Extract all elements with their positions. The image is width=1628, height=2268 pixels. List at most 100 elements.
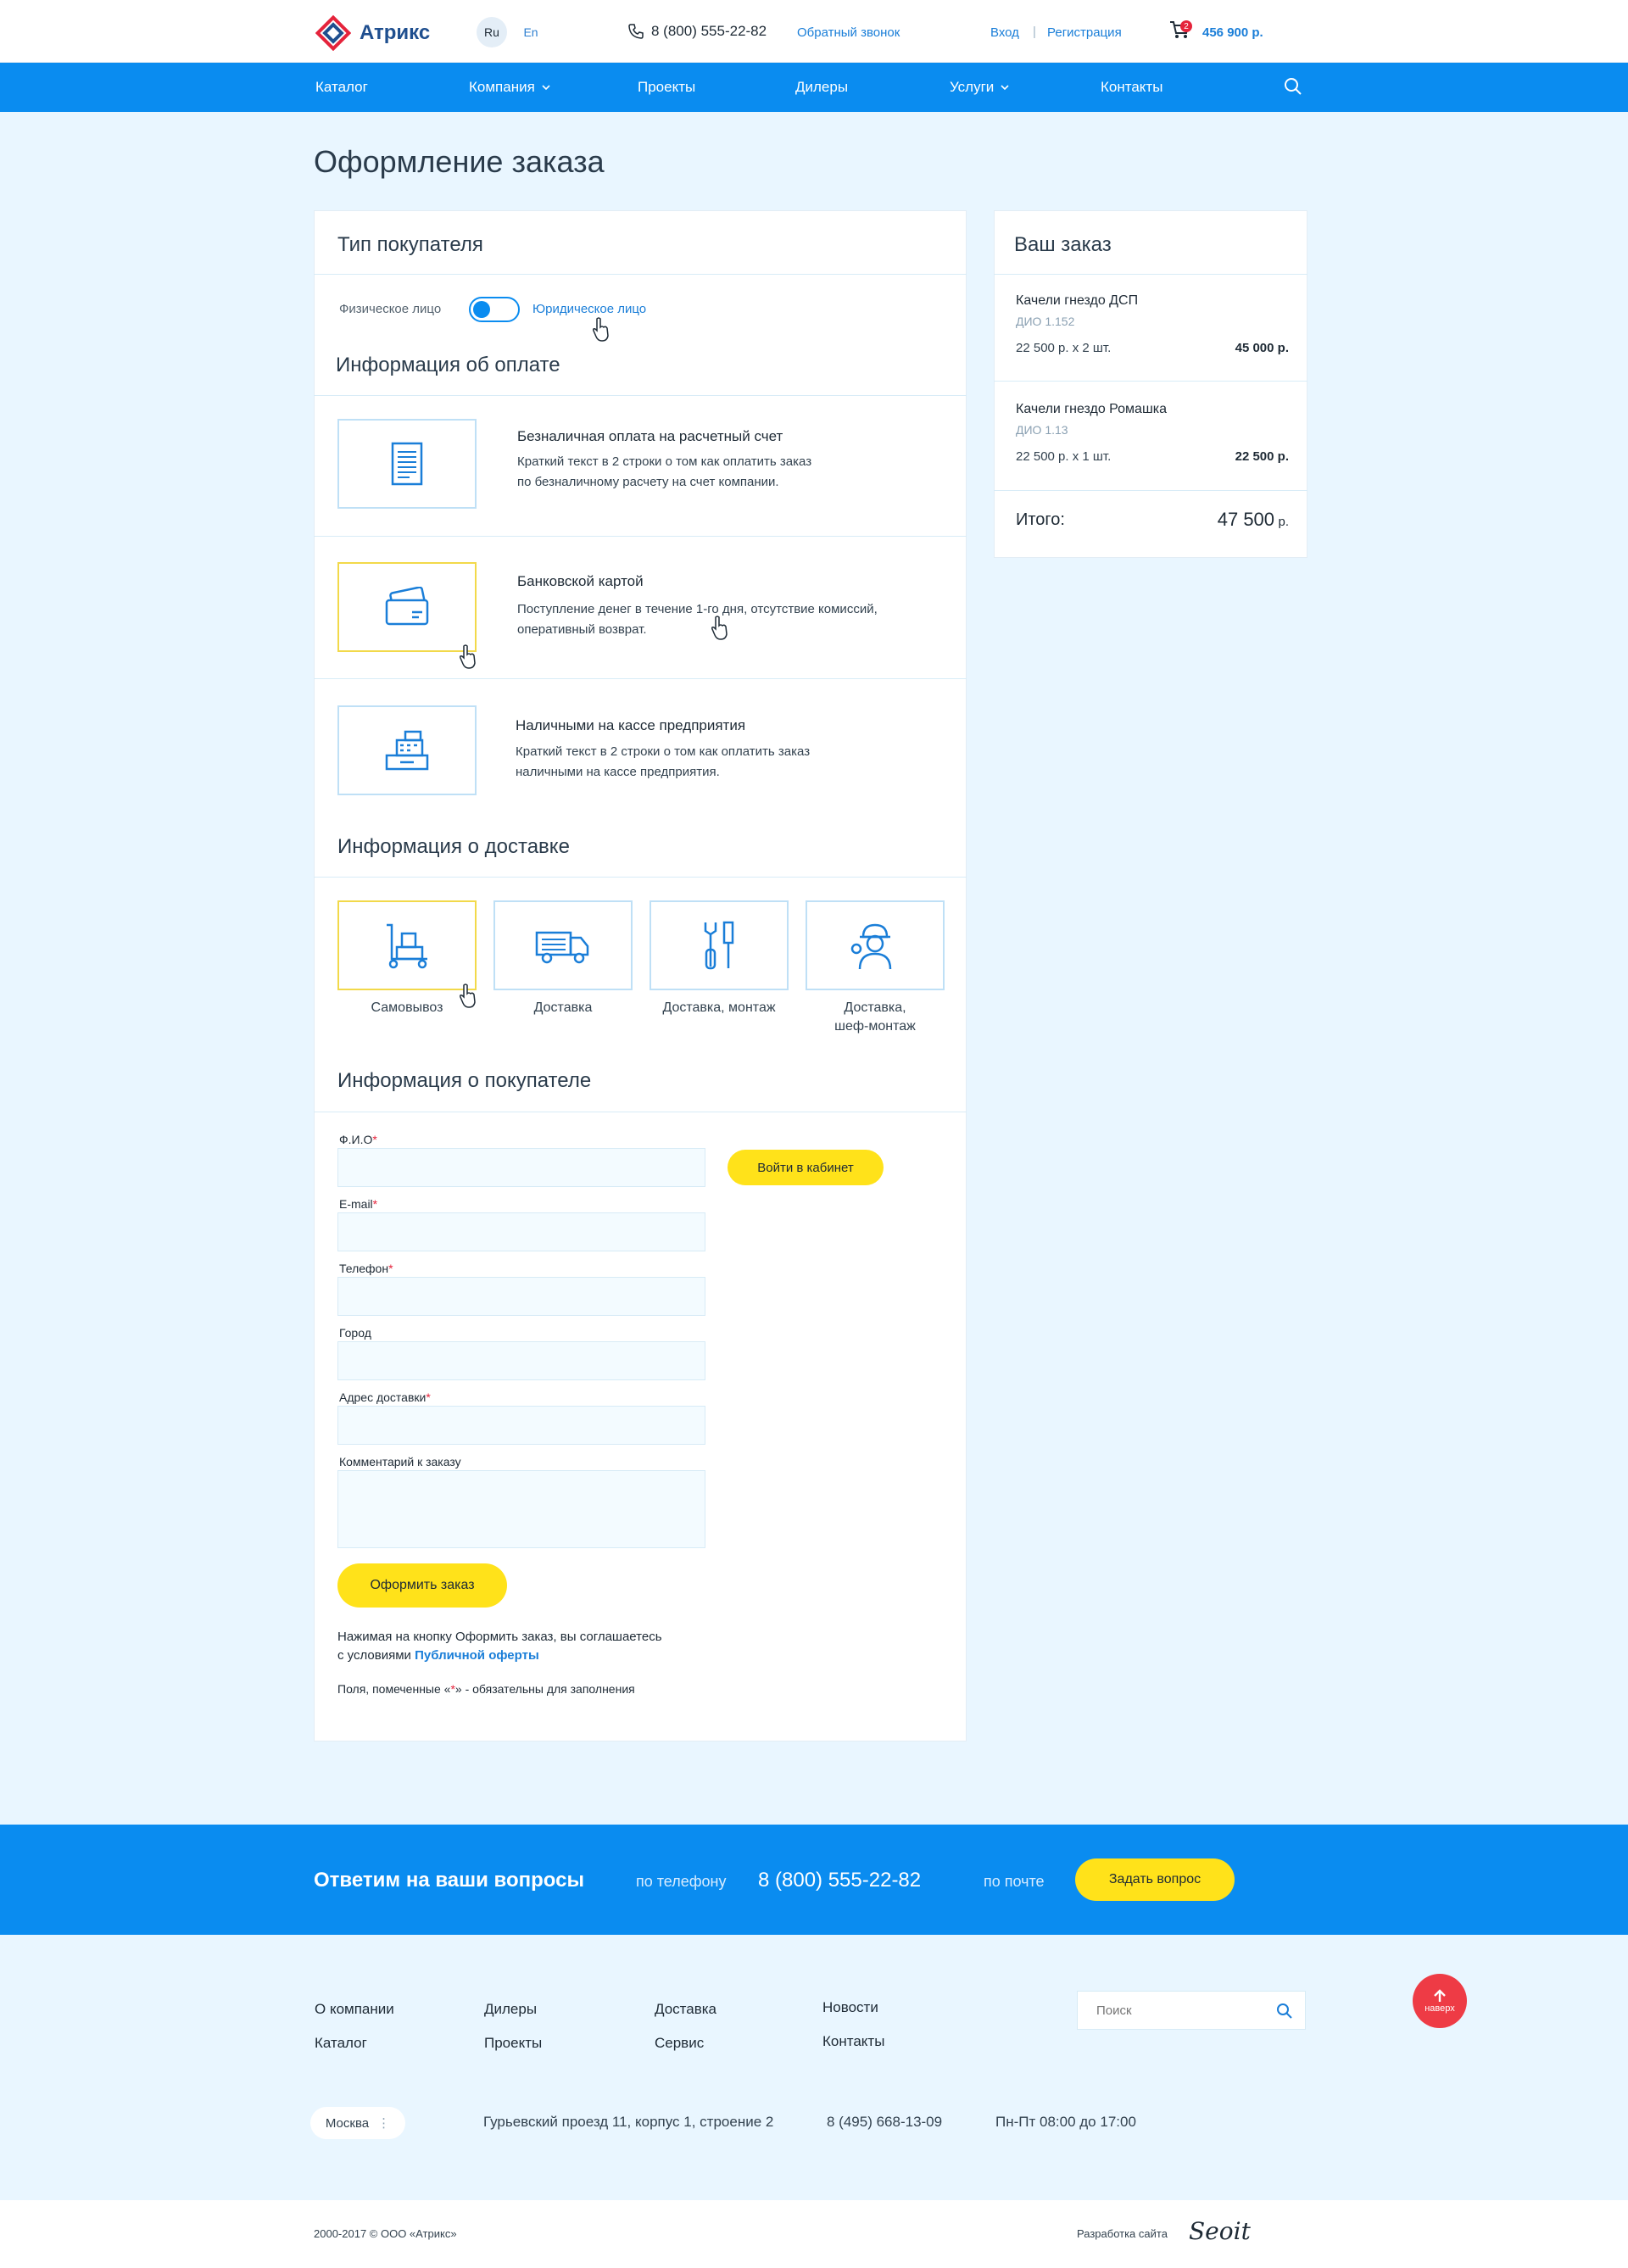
buyer-type-title: Тип покупателя	[337, 233, 483, 256]
footer-link[interactable]: О компании	[315, 2001, 394, 2018]
footer-search-input[interactable]	[1078, 1992, 1264, 2029]
nav-label: Проекты	[638, 79, 696, 95]
required-mark: *	[372, 1197, 378, 1211]
search-icon[interactable]	[1276, 2003, 1293, 2020]
logo-text: Атрикс	[360, 21, 431, 44]
payment-option-bank-transfer[interactable]	[337, 419, 477, 509]
fio-field[interactable]	[337, 1148, 705, 1187]
developer-logo[interactable]: Seoit	[1189, 2217, 1251, 2245]
delivery-option-delivery[interactable]	[493, 900, 633, 990]
required-note-pre: Поля, помеченные «	[337, 1682, 451, 1696]
delivery-option-label: Доставка, монтаж	[662, 1000, 776, 1015]
delivery-option-label: шеф-монтаж	[834, 1019, 916, 1034]
footer-bottom-bar: 2000-2017 © ООО «Атрикс» Разработка сайт…	[0, 2200, 1628, 2268]
nav-company[interactable]: Компания	[469, 79, 550, 96]
nav-label: Услуги	[950, 79, 995, 95]
agreement-text: с условиями	[337, 1648, 411, 1663]
scroll-to-top-button[interactable]: наверх	[1413, 1974, 1467, 2028]
required-note: Поля, помеченные «*» - обязательны для з…	[337, 1680, 635, 1698]
email-field[interactable]	[337, 1212, 705, 1251]
required-mark: *	[372, 1133, 377, 1146]
login-cabinet-button[interactable]: Войти в кабинет	[728, 1150, 884, 1185]
cash-register-icon	[385, 730, 429, 771]
order-item-sum: 22 500 р.	[1235, 449, 1289, 464]
more-vertical-icon: ⋮	[377, 2116, 391, 2131]
address-field[interactable]	[337, 1406, 705, 1445]
payment-option-cash[interactable]	[337, 705, 477, 795]
phone-field[interactable]	[337, 1277, 705, 1316]
footer-search[interactable]	[1077, 1991, 1306, 2030]
footer-link[interactable]: Дилеры	[484, 2001, 537, 2018]
hand-cursor-icon	[460, 644, 476, 669]
cart-total[interactable]: 456 900 р.	[1202, 25, 1263, 40]
contact-band: Ответим на ваши вопросы по телефону 8 (8…	[0, 1825, 1628, 1935]
phone-label-text: Телефон	[339, 1262, 389, 1275]
nav-catalog[interactable]: Каталог	[315, 79, 368, 96]
header-phone[interactable]: 8 (800) 555-22-82	[627, 23, 767, 40]
divider	[994, 274, 1307, 275]
order-item-name[interactable]: Качели гнездо ДСП	[1016, 293, 1138, 309]
delivery-option-label: Самовывоз	[371, 1000, 443, 1015]
delivery-option-installation[interactable]	[650, 900, 789, 990]
nav-label: Контакты	[1101, 79, 1163, 95]
footer-link[interactable]: Сервис	[655, 2035, 704, 2052]
developer-label: Разработка сайта	[1077, 2227, 1168, 2240]
header-separator: |	[1033, 25, 1036, 39]
nav-search-button[interactable]	[1283, 76, 1303, 101]
divider	[314, 274, 967, 275]
email-label-text: E-mail	[339, 1197, 373, 1211]
delivery-option-pickup[interactable]	[337, 900, 477, 990]
order-item-sku: ДИО 1.13	[1016, 423, 1068, 437]
public-offer-link[interactable]: Публичной оферты	[415, 1648, 539, 1663]
footer-link[interactable]: Контакты	[822, 2033, 884, 2050]
ask-question-button[interactable]: Задать вопрос	[1075, 1858, 1235, 1901]
nav-projects[interactable]: Проекты	[638, 79, 695, 96]
lang-ru[interactable]: Ru	[477, 17, 507, 47]
footer-link[interactable]: Каталог	[315, 2035, 367, 2052]
payment-option-card[interactable]	[337, 562, 477, 652]
footer-link[interactable]: Проекты	[484, 2035, 542, 2052]
logo[interactable]: Атрикс	[315, 15, 430, 51]
register-link[interactable]: Регистрация	[1047, 25, 1122, 40]
delivery-option-supervised-installation[interactable]	[806, 900, 945, 990]
legal-entity-label[interactable]: Юридическое лицо	[532, 302, 646, 316]
nav-dealers[interactable]: Дилеры	[795, 79, 848, 96]
nav-label: Каталог	[315, 79, 368, 95]
payment-option-title: Безналичная оплата на расчетный счет	[517, 428, 783, 444]
nav-services[interactable]: Услуги	[950, 79, 1009, 96]
footer-phone[interactable]: 8 (495) 668-13-09	[827, 2114, 942, 2131]
footer-link[interactable]: Доставка	[655, 2001, 716, 2018]
payment-title: Информация об оплате	[336, 354, 560, 376]
buyer-type-toggle[interactable]	[469, 297, 520, 322]
toggle-knob	[473, 301, 490, 318]
nav-contacts[interactable]: Контакты	[1101, 79, 1162, 96]
footer-link[interactable]: Новости	[822, 1999, 878, 2016]
payment-option-desc: наличными на кассе предприятия.	[516, 765, 720, 779]
submit-order-button[interactable]: Оформить заказ	[337, 1563, 507, 1608]
address-label: Адрес доставки*	[339, 1390, 431, 1404]
band-title: Ответим на ваши вопросы	[314, 1869, 584, 1892]
order-item-name[interactable]: Качели гнездо Ромашка	[1016, 402, 1167, 417]
footer-address: Гурьевский проезд 11, корпус 1, строение…	[483, 2114, 774, 2130]
order-total: 47 500 р.	[1187, 509, 1289, 531]
comment-label-text: Комментарий к заказу	[339, 1455, 461, 1468]
page-title: Оформление заказа	[314, 144, 605, 179]
required-note-post: » - обязательны для заполнения	[454, 1682, 635, 1696]
individual-label[interactable]: Физическое лицо	[339, 302, 441, 316]
nav-label: Компания	[469, 79, 535, 95]
login-link[interactable]: Вход	[990, 25, 1019, 40]
worker-icon	[850, 923, 892, 970]
lang-en[interactable]: En	[516, 17, 546, 47]
nav-label: Дилеры	[795, 79, 849, 95]
city-field[interactable]	[337, 1341, 705, 1380]
payment-option-desc: Краткий текст в 2 строки о том как оплат…	[517, 454, 812, 469]
band-phone[interactable]: 8 (800) 555-22-82	[758, 1869, 921, 1892]
callback-link[interactable]: Обратный звонок	[797, 25, 900, 40]
delivery-title: Информация о доставке	[337, 835, 570, 858]
comment-label: Комментарий к заказу	[339, 1455, 461, 1468]
payment-option-title: Наличными на кассе предприятия	[516, 717, 746, 733]
comment-textarea[interactable]	[337, 1470, 705, 1548]
city-selector[interactable]: Москва ⋮	[310, 2107, 405, 2139]
customer-title: Информация о покупателе	[337, 1069, 592, 1092]
order-total-unit: р.	[1278, 515, 1289, 529]
